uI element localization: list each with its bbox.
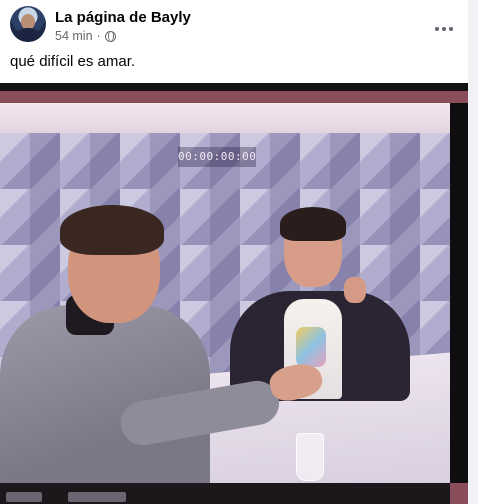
person-left-hand <box>266 359 326 405</box>
globe-icon[interactable] <box>104 30 116 42</box>
person-right-hand <box>344 277 366 303</box>
meta-separator: · <box>96 29 101 43</box>
water-glass <box>296 433 324 481</box>
dot <box>449 27 453 31</box>
dot <box>435 27 439 31</box>
screen-right-bezel <box>450 103 468 483</box>
bottom-bar-chip <box>68 492 126 502</box>
timecode-overlay: 00:00:00:00 <box>178 147 256 167</box>
avatar-body <box>16 28 40 42</box>
post-text: qué difícil es amar. <box>10 53 136 70</box>
tv-screen: 00:00:00:00 <box>0 103 450 483</box>
post-header: La página de Bayly 54 min · <box>10 6 460 46</box>
more-options-icon[interactable] <box>426 14 462 44</box>
facebook-post-card: La página de Bayly 54 min · qué difícil … <box>0 0 468 504</box>
person-left-hair <box>60 205 164 255</box>
author-name[interactable]: La página de Bayly <box>55 9 191 26</box>
dot <box>442 27 446 31</box>
person-left <box>0 205 326 483</box>
post-timestamp[interactable]: 54 min <box>55 29 93 43</box>
post-meta: 54 min · <box>55 29 116 43</box>
screen-top-band <box>0 103 450 133</box>
post-photo[interactable]: 00:00:00:00 <box>0 83 468 504</box>
bottom-bar-chip <box>6 492 42 502</box>
screen-frame: 00:00:00:00 <box>0 91 468 504</box>
page-avatar[interactable] <box>10 6 46 42</box>
